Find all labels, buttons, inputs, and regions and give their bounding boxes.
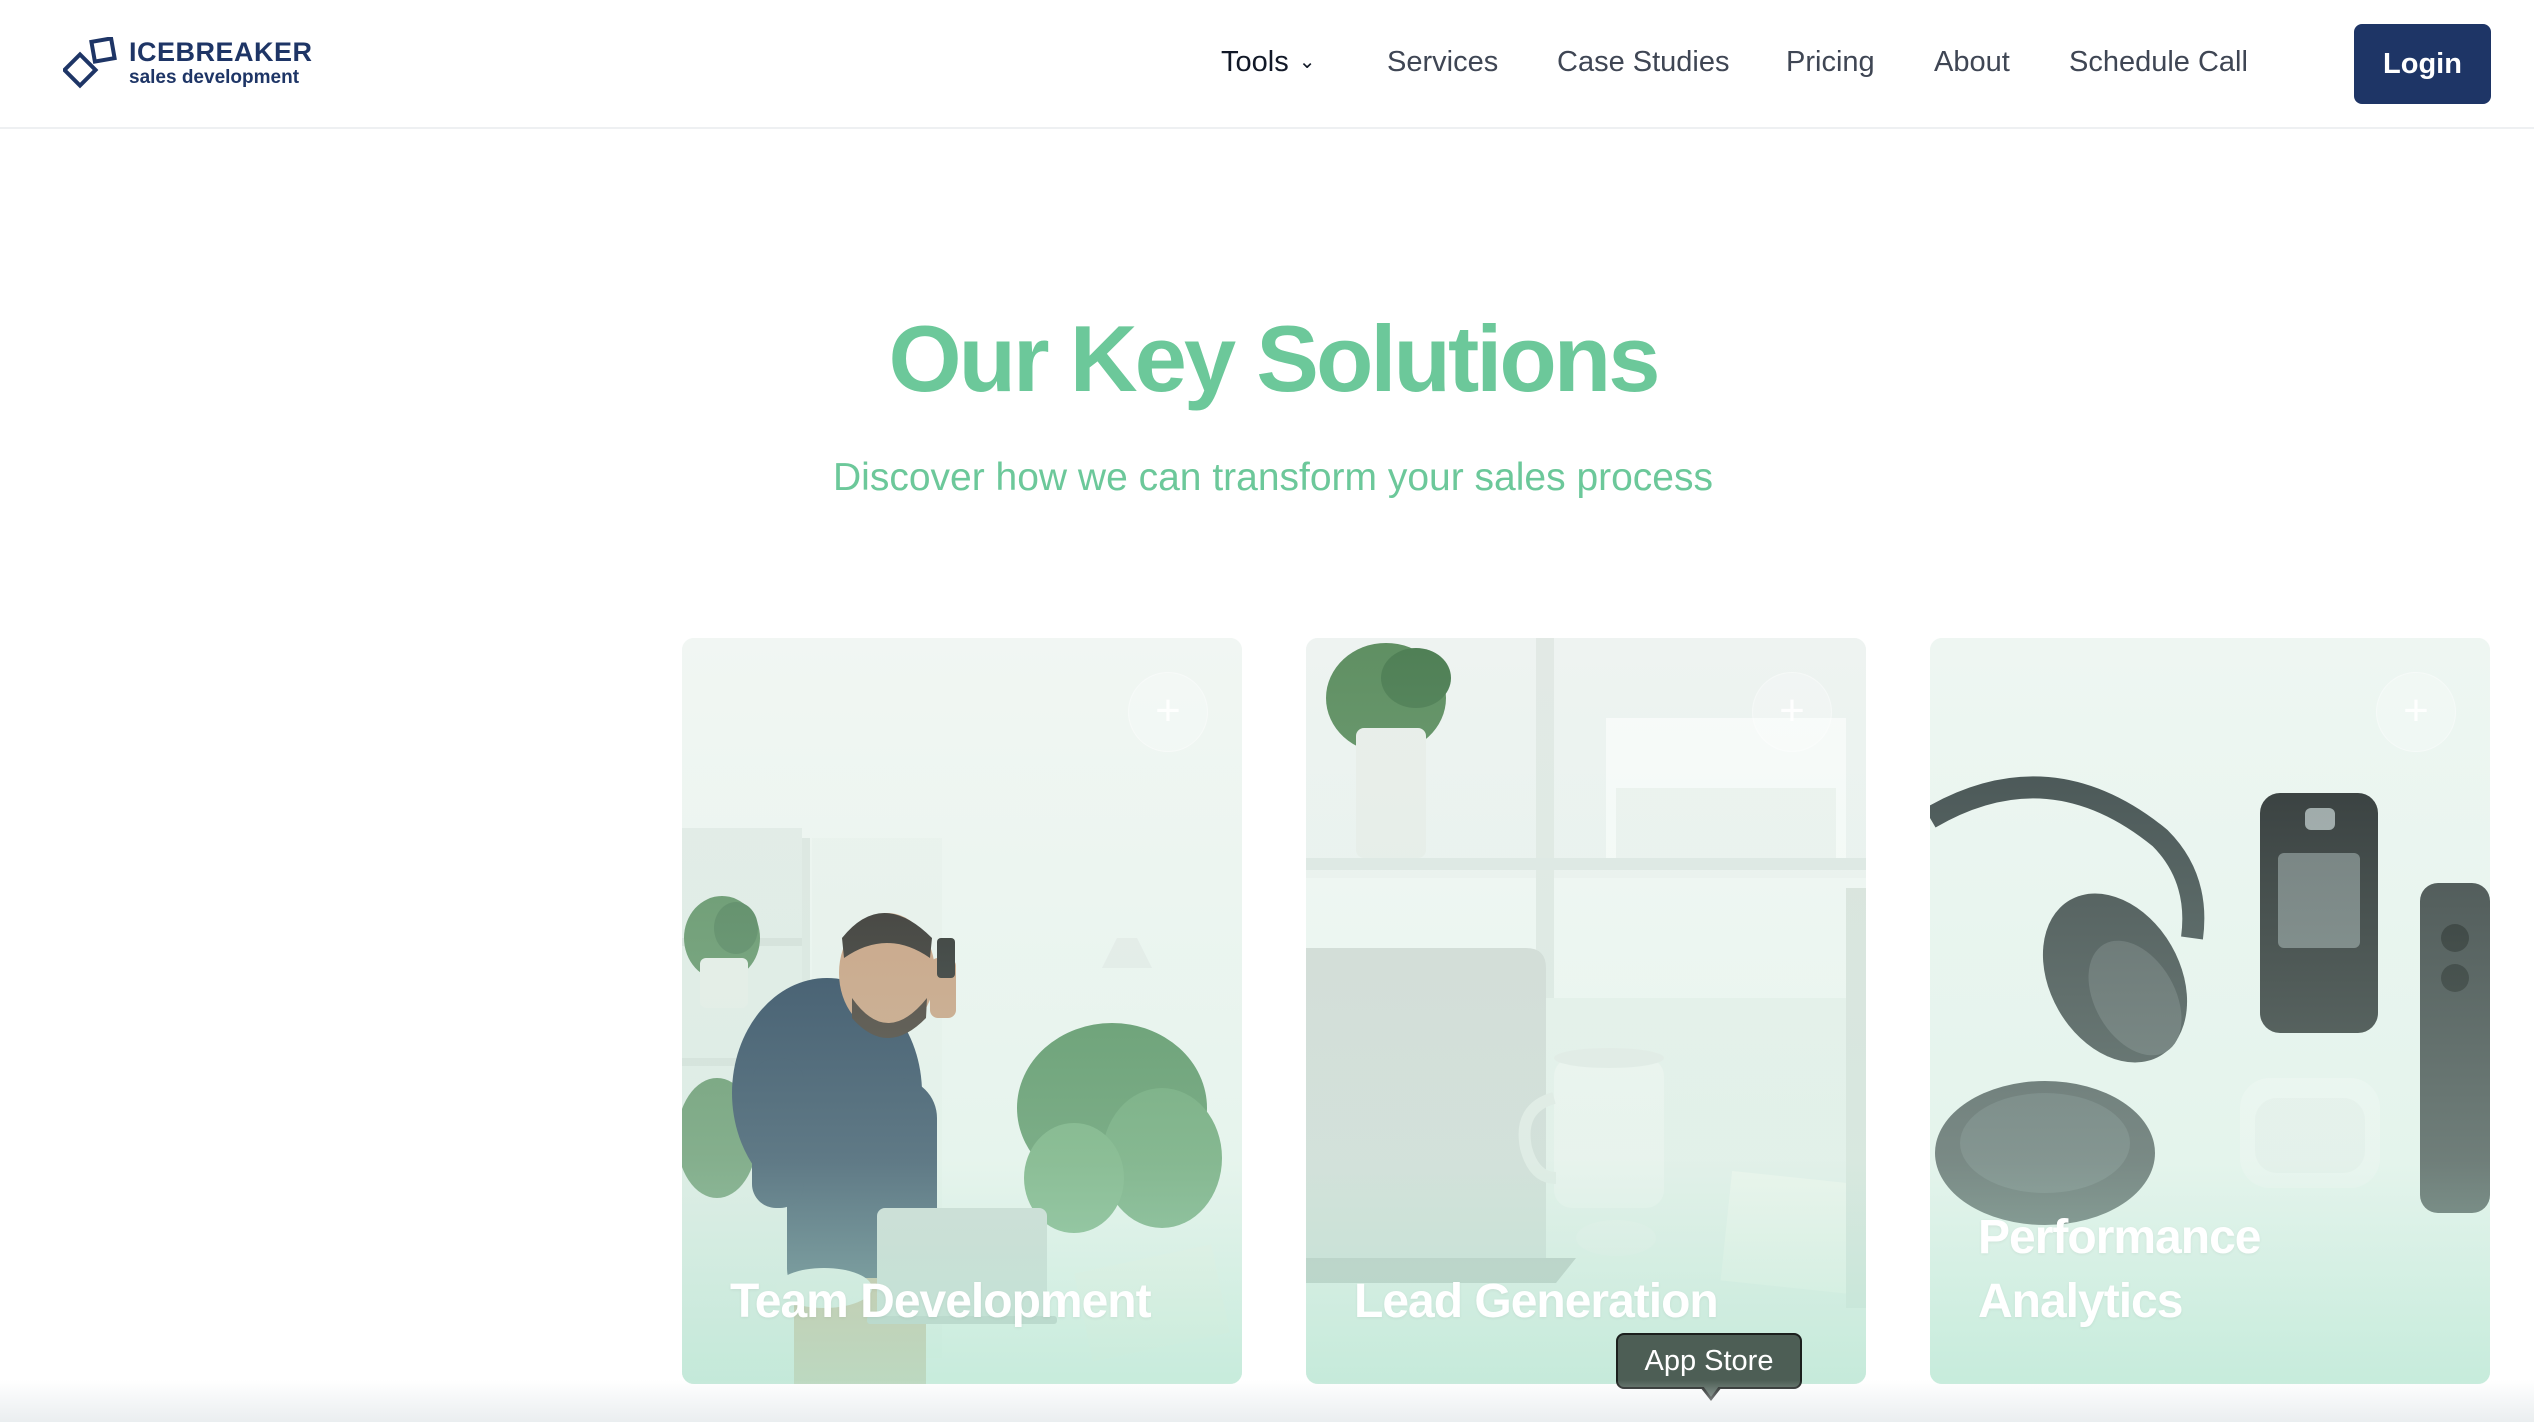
nav-services-link[interactable]: Services [1387,46,1498,79]
site-header: ICEBREAKER sales development Tools ⌄ Serv… [0,0,2534,129]
nav-tools-label: Tools [1221,46,1289,78]
section-title: Our Key Solutions [888,306,1661,411]
plus-icon[interactable]: + [2376,672,2456,752]
nav-about-link[interactable]: About [1934,46,2010,79]
brand-tagline: sales development [129,67,300,88]
plus-icon[interactable]: + [1752,672,1832,752]
solution-card-lead-generation[interactable]: + Lead Generation [1306,638,1866,1384]
solution-card-performance-analytics[interactable]: + Performance Analytics [1930,638,2490,1384]
nav-schedule-call-link[interactable]: Schedule Call [2069,46,2248,79]
nav-case-studies-link[interactable]: Case Studies [1557,46,1730,79]
card-title: Team Development [730,1275,1152,1328]
diamond-squares-logo-icon [63,37,117,89]
brand-logo[interactable]: ICEBREAKER sales development [63,37,323,93]
dock-shadow [0,1380,2534,1422]
section-subtitle: Discover how we can transform your sales… [833,456,1713,499]
chevron-down-icon: ⌄ [1298,51,1316,73]
nav-pricing-link[interactable]: Pricing [1786,46,1875,79]
solution-card-team-development[interactable]: + Team Development [682,638,1242,1384]
card-title: Performance Analytics [1978,1211,2261,1328]
card-title: Lead Generation [1354,1275,1719,1328]
plus-icon[interactable]: + [1128,672,1208,752]
login-button[interactable]: Login [2354,24,2491,104]
nav-tools-dropdown[interactable]: Tools ⌄ [1221,46,1315,79]
brand-name: ICEBREAKER [129,37,313,67]
